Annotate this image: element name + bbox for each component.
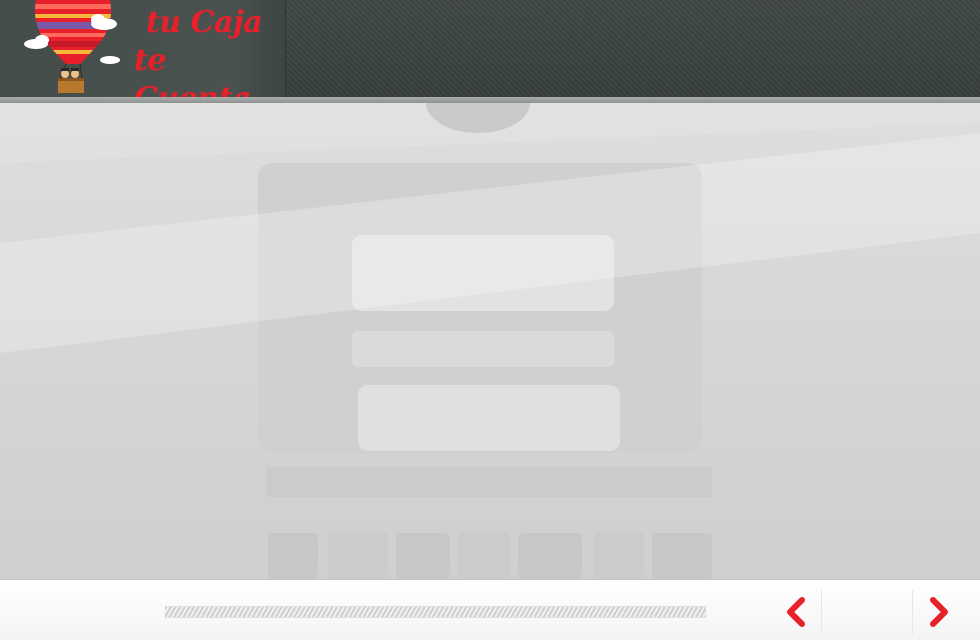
player-controls — [0, 579, 980, 640]
logo-wordmark: tu Caja te Cuenta — [134, 4, 274, 116]
chevron-right-icon — [929, 597, 948, 627]
faded-slide-background — [0, 103, 980, 579]
hot-air-balloon-icon — [24, 0, 120, 93]
chevron-left-icon — [786, 597, 805, 627]
logo[interactable]: tu Caja te Cuenta — [0, 0, 286, 116]
logo-line-1: tu Caja — [146, 5, 263, 40]
slide-stage — [0, 103, 980, 579]
next-button[interactable] — [912, 590, 962, 634]
progress-bar[interactable] — [165, 606, 706, 618]
previous-button[interactable] — [772, 590, 822, 634]
header: tu Caja te Cuenta — [0, 0, 980, 116]
